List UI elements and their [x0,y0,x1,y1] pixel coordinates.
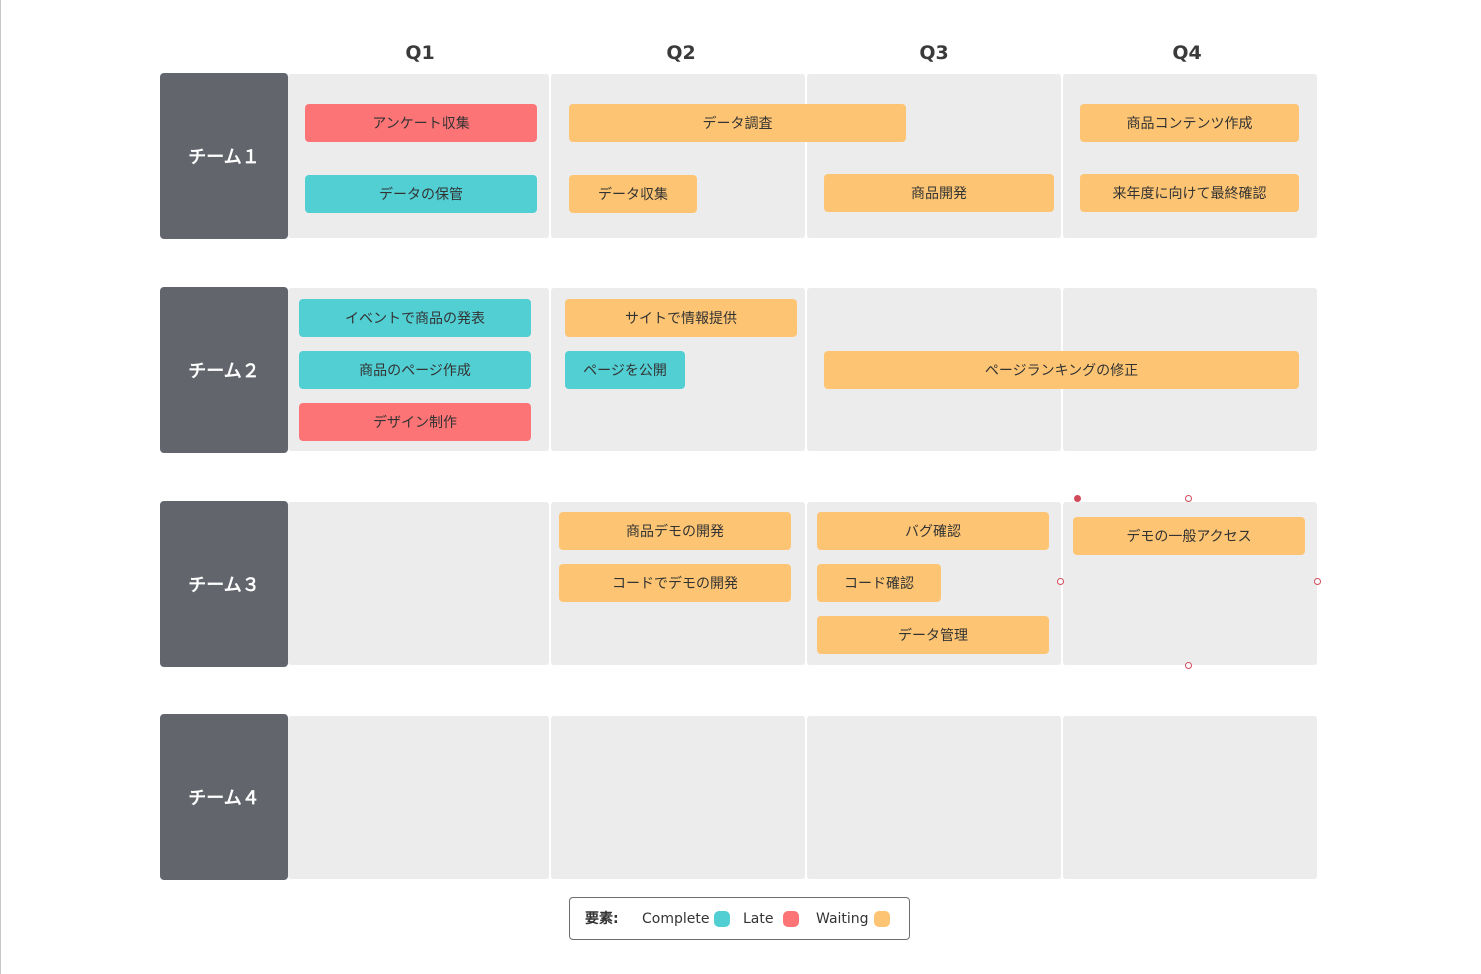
task-bar-product-page[interactable]: 商品のページ作成 [299,351,531,389]
quarter-header-q2: Q2 [666,42,696,64]
task-bar-data-collection[interactable]: データ収集 [569,175,697,213]
cell-team4-q4[interactable] [1063,716,1317,879]
legend: 要素: Complete Late Waiting [569,897,910,940]
task-bar-final-check[interactable]: 来年度に向けて最終確認 [1080,174,1299,212]
team-label-3[interactable]: チーム３ [160,501,288,667]
task-bar-data-management[interactable]: データ管理 [817,616,1049,654]
legend-swatch-late [783,911,799,927]
cell-team1-q3[interactable] [807,74,1061,238]
task-bar-product-content[interactable]: 商品コンテンツ作成 [1080,104,1299,142]
task-bar-product-development[interactable]: 商品開発 [824,174,1054,212]
legend-label-late: Late [743,911,774,927]
task-bar-code-demo[interactable]: コードでデモの開発 [559,564,791,602]
task-bar-code-check[interactable]: コード確認 [817,564,941,602]
legend-swatch-complete [714,911,730,927]
selection-handle-left[interactable] [1057,578,1064,585]
quarter-header-q1: Q1 [405,42,435,64]
selection-handle-top[interactable] [1185,495,1192,502]
task-bar-survey[interactable]: アンケート収集 [305,104,537,142]
legend-label-complete: Complete [642,911,710,927]
legend-title: 要素: [585,911,619,927]
quarter-header-q4: Q4 [1172,42,1202,64]
selection-handle-top-left[interactable] [1074,495,1081,502]
team-label-1[interactable]: チーム１ [160,73,288,239]
cell-team1-q2[interactable] [551,74,805,238]
task-bar-demo-public-access[interactable]: デモの一般アクセス [1073,517,1305,555]
cell-team1-q1[interactable] [288,74,549,238]
selection-handle-right[interactable] [1314,578,1321,585]
task-bar-data-storage[interactable]: データの保管 [305,175,537,213]
cell-team4-q3[interactable] [807,716,1061,879]
task-bar-design[interactable]: デザイン制作 [299,403,531,441]
cell-team4-q1[interactable] [288,716,549,879]
task-bar-page-ranking[interactable]: ページランキングの修正 [824,351,1299,389]
selection-handle-bottom[interactable] [1185,662,1192,669]
legend-swatch-waiting [874,911,890,927]
team-label-4[interactable]: チーム４ [160,714,288,880]
task-bar-site-info[interactable]: サイトで情報提供 [565,299,797,337]
cell-team3-q1[interactable] [288,502,549,665]
task-bar-publish-page[interactable]: ページを公開 [565,351,685,389]
legend-label-waiting: Waiting [816,911,869,927]
quarter-header-q3: Q3 [919,42,949,64]
cell-team4-q2[interactable] [551,716,805,879]
task-bar-bug-check[interactable]: バグ確認 [817,512,1049,550]
task-bar-event-announcement[interactable]: イベントで商品の発表 [299,299,531,337]
task-bar-data-research[interactable]: データ調査 [569,104,906,142]
canvas-left-border [0,0,1,974]
team-label-2[interactable]: チーム２ [160,287,288,453]
task-bar-demo-development[interactable]: 商品デモの開発 [559,512,791,550]
cell-team1-q4[interactable] [1063,74,1317,238]
